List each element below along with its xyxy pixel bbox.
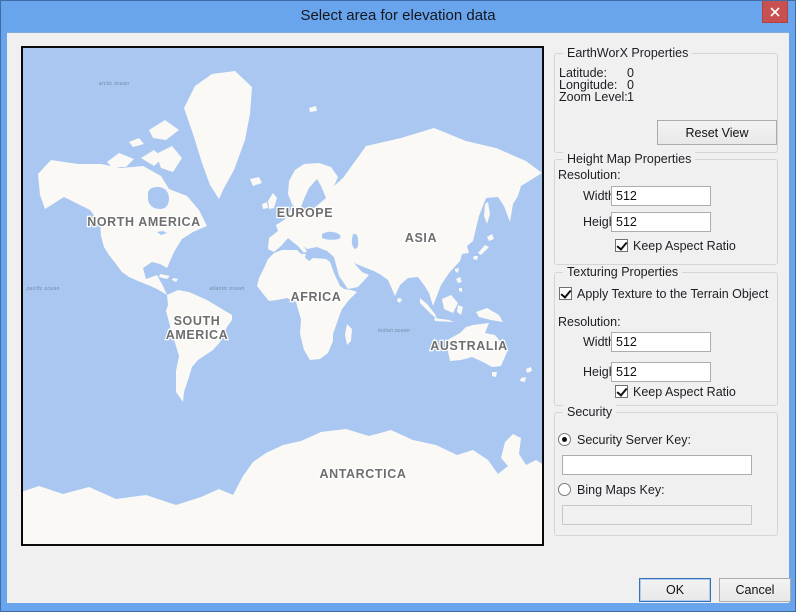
security-title: Security [563, 405, 616, 419]
security-server-key-input[interactable] [562, 455, 752, 475]
continent-label: NORTH AMERICA [87, 215, 201, 229]
ocean-label: pacific ocean [25, 286, 59, 292]
heightmap-resolution-label: Resolution: [558, 168, 621, 182]
ocean-label: arctic ocean [99, 81, 130, 87]
heightmap-width-input[interactable] [611, 186, 711, 206]
bing-maps-key-input[interactable] [562, 505, 752, 525]
title-bar: Select area for elevation data [1, 1, 795, 32]
latitude-row: Latitude: 0 [559, 66, 773, 78]
ocean-label: indian ocean [378, 328, 410, 334]
zoom-level-row: Zoom Level: 1 [559, 90, 773, 102]
continent-label: AUSTRALIA [430, 339, 508, 353]
continent-label: AFRICA [291, 290, 342, 304]
continent-label: ASIA [405, 231, 437, 245]
dialog-client-area: arctic ocean pacific ocean atlantic ocea… [7, 32, 789, 603]
earthworx-properties-group: EarthWorX Properties Latitude: 0 Longitu… [554, 53, 778, 153]
apply-texture-checkbox[interactable] [559, 287, 572, 300]
apply-texture-label: Apply Texture to the Terrain Object [577, 287, 768, 301]
cancel-button[interactable]: Cancel [719, 578, 791, 602]
zoom-level-value: 1 [627, 90, 634, 104]
texturing-resolution-label: Resolution: [558, 315, 621, 329]
ok-button[interactable]: OK [639, 578, 711, 602]
dialog-window: Select area for elevation data [0, 0, 796, 612]
height-map-properties-group: Height Map Properties Resolution: Width:… [554, 159, 778, 265]
zoom-level-label: Zoom Level: [559, 90, 628, 104]
texturing-keep-aspect-label: Keep Aspect Ratio [633, 385, 736, 399]
longitude-row: Longitude: 0 [559, 78, 773, 90]
world-map-svg: arctic ocean pacific ocean atlantic ocea… [23, 48, 542, 544]
height-map-properties-title: Height Map Properties [563, 152, 695, 166]
reset-view-button[interactable]: Reset View [657, 120, 777, 145]
bing-maps-key-label: Bing Maps Key: [577, 483, 665, 497]
bing-maps-key-radio[interactable] [558, 483, 571, 496]
continent-label: EUROPE [277, 206, 333, 220]
security-group: Security Security Server Key: Bing Maps … [554, 412, 778, 536]
world-map[interactable]: arctic ocean pacific ocean atlantic ocea… [21, 46, 544, 546]
close-button[interactable] [762, 1, 788, 23]
texturing-width-input[interactable] [611, 332, 711, 352]
texturing-properties-group: Texturing Properties Apply Texture to th… [554, 272, 778, 406]
earthworx-properties-title: EarthWorX Properties [563, 46, 692, 60]
heightmap-keep-aspect-label: Keep Aspect Ratio [633, 239, 736, 253]
continent-label: SOUTH [174, 314, 221, 328]
texturing-keep-aspect-checkbox[interactable] [615, 385, 628, 398]
texturing-height-input[interactable] [611, 362, 711, 382]
security-server-key-radio[interactable] [558, 433, 571, 446]
texturing-properties-title: Texturing Properties [563, 265, 682, 279]
close-icon [770, 7, 780, 17]
security-server-key-label: Security Server Key: [577, 433, 691, 447]
heightmap-height-input[interactable] [611, 212, 711, 232]
dialog-title: Select area for elevation data [1, 7, 795, 24]
ocean-label: atlantic ocean [209, 286, 244, 292]
heightmap-keep-aspect-checkbox[interactable] [615, 239, 628, 252]
continent-label: AMERICA [166, 328, 229, 342]
continent-label: ANTARCTICA [319, 467, 406, 481]
